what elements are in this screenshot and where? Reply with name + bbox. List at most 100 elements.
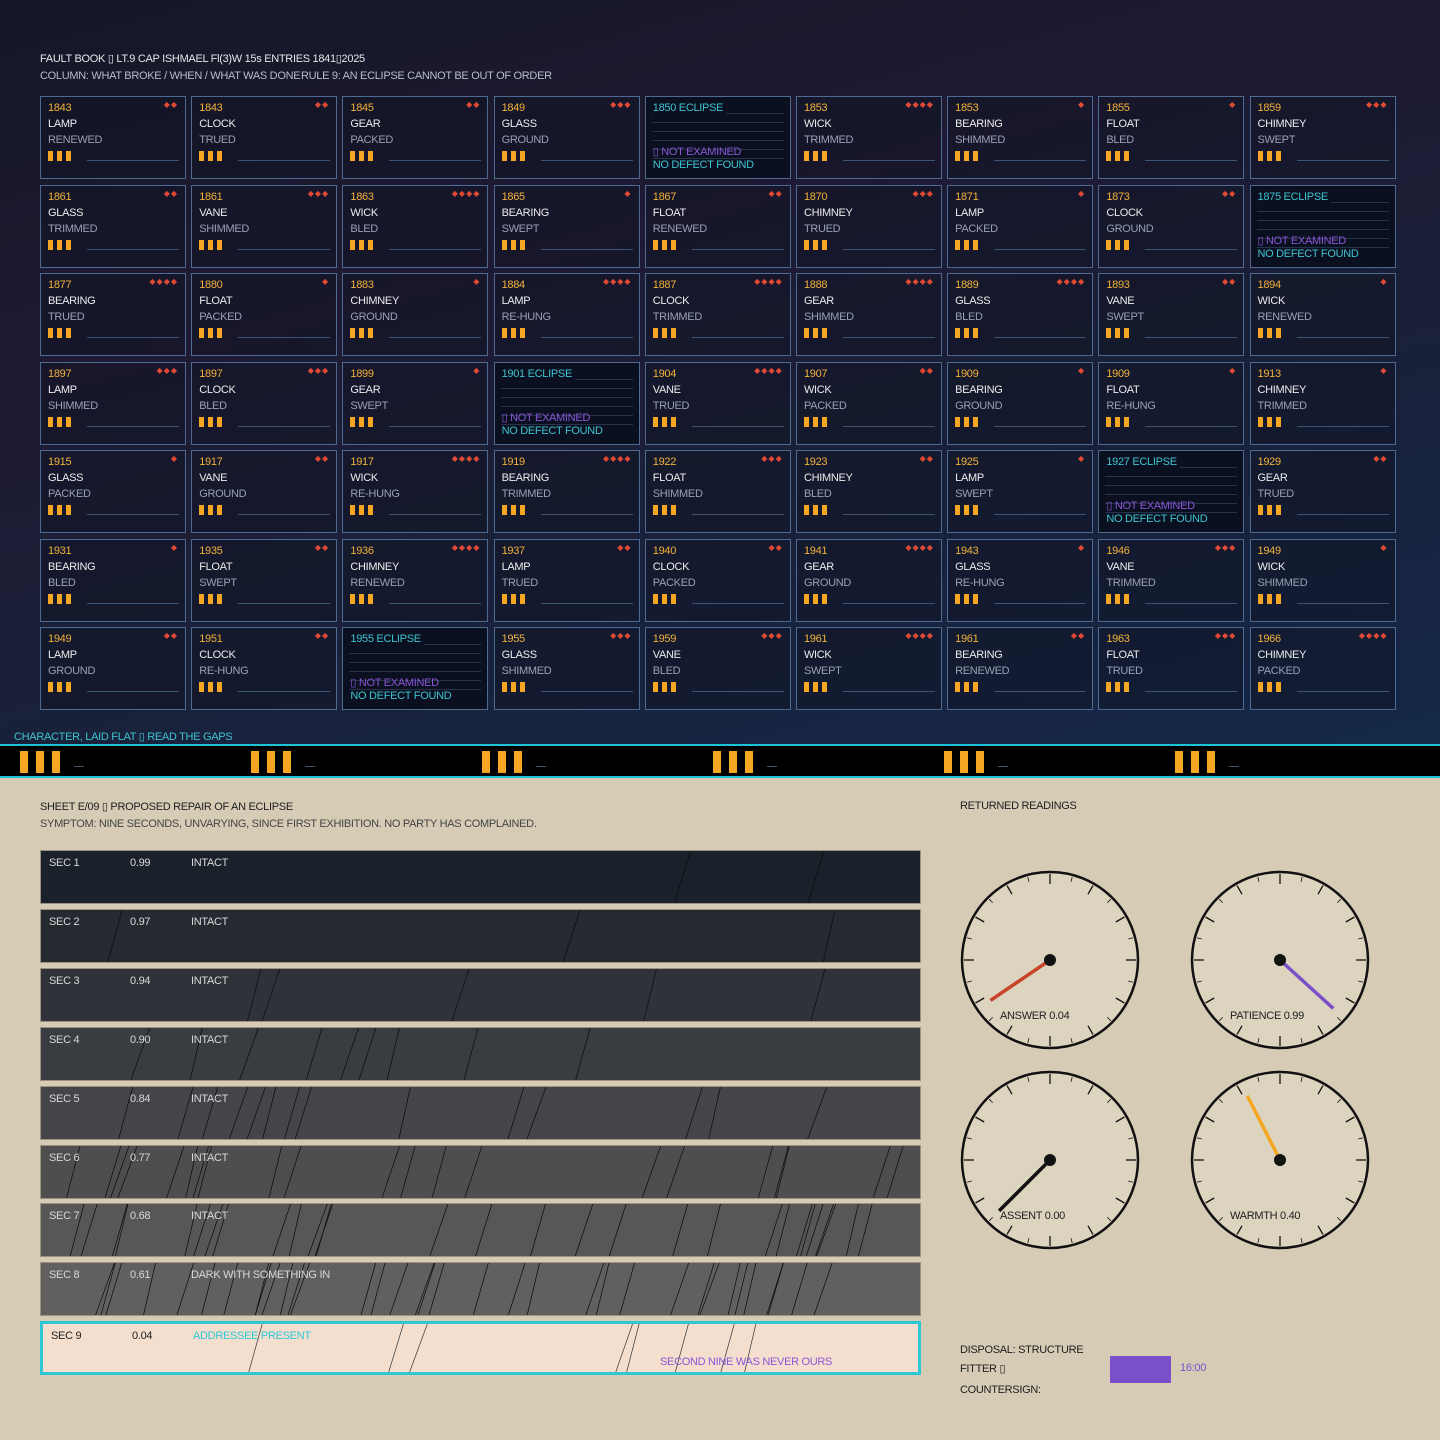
fault-entry-card[interactable]: 1897 ◆◆◆ LAMP SHIMMED [40,361,186,445]
fault-entry-card[interactable]: 1946 ◆◆◆ VANE TRIMMED [1098,538,1245,622]
eclipse-entry-card[interactable]: 1955 ECLIPSE ▯ NOT EXAMINED NO DEFECT FOUN… [342,627,489,710]
fault-entry-card[interactable]: 1843 ◆◆ LAMP RENEWED [40,96,186,179]
fault-entry-card[interactable]: 1915 ◆ GLASS PACKED [40,450,186,533]
flash-bars-icon [350,151,382,161]
fault-entry-card[interactable]: 1931 ◆ BEARING BLED [40,538,186,622]
fault-entry-card[interactable]: 1959 ◆◆◆ VANE BLED [644,627,791,710]
fault-entry-card[interactable]: 1873 ◆◆ CLOCK GROUND [1098,184,1245,268]
fault-entry-card[interactable]: 1884 ◆◆◆◆ LAMP RE-HUNG [493,273,640,356]
section-label: SEC 5 [49,1092,80,1105]
wear-hatching [69,1204,873,1257]
fault-entry-card[interactable]: 1867 ◆◆ FLOAT RENEWED [644,184,791,268]
entry-year: 1853 [803,102,828,114]
fault-entry-card[interactable]: 1929 ◆◆ GEAR TRUED [1249,450,1396,533]
entry-part: CLOCK [1106,206,1143,219]
fault-entry-card[interactable]: 1940 ◆◆ CLOCK PACKED [644,538,791,622]
fault-entry-card[interactable]: 1941 ◆◆◆◆ GEAR GROUND [795,538,942,622]
severity-diamonds-icon: ◆◆ [768,188,783,198]
flash-bars-icon [501,682,534,692]
fault-entry-card[interactable]: 1853 ◆ BEARING SHIMMED [947,96,1094,179]
flash-bar [519,505,525,515]
fault-entry-card[interactable]: 1925 ◆ LAMP SWEPT [947,450,1094,533]
fault-entry-card[interactable]: 1894 ◆ WICK RENEWED [1249,273,1396,356]
entry-action: TRIMMED [652,311,703,323]
hatch-stroke [766,1263,784,1316]
entry-action: BLED [199,399,227,412]
fault-entry-card[interactable]: 1961 ◆◆◆◆ WICK SWEPT [795,627,942,710]
hatch-stroke [886,1145,904,1198]
fault-entry-card[interactable]: 1883 ◆ CHIMNEY GROUND [342,273,489,356]
fault-entry-card[interactable]: 1919 ◆◆◆◆ BEARING TRIMMED [493,450,640,533]
entry-year: 1936 [350,544,374,557]
entry-year: 1873 [1106,190,1130,203]
fault-entry-card[interactable]: 1859 ◆◆◆ CHIMNEY SWEPT [1249,96,1396,179]
eclipse-entry-card[interactable]: 1927 ECLIPSE ▯ NOT EXAMINED NO DEFECT FOUN… [1098,450,1245,533]
fault-entry-card[interactable]: 1936 ◆◆◆◆ CHIMNEY RENEWED [342,538,489,622]
eclipse-entry-card[interactable]: 1901 ECLIPSE ▯ NOT EXAMINED NO DEFECT FOUN… [493,361,640,445]
fault-entry-card[interactable]: 1943 ◆ GLASS RE-HUNG [947,538,1094,622]
fault-entry-card[interactable]: 1893 ◆◆ VANE SWEPT [1098,273,1245,356]
fault-entry-card[interactable]: 1871 ◆ LAMP PACKED [947,184,1094,268]
fault-entry-card[interactable]: 1870 ◆◆◆ CHIMNEY TRUED [795,184,942,268]
fault-entry-card[interactable]: 1861 ◆◆ GLASS TRIMMED [40,184,186,268]
entry-part: GLASS [955,295,991,307]
fault-entry-card[interactable]: 1845 ◆◆ GEAR PACKED [342,96,489,179]
flash-bar [510,239,516,250]
needle-hub [1044,954,1056,966]
fault-entry-card[interactable]: 1949 ◆◆ LAMP GROUND [40,627,186,710]
fault-entry-card[interactable]: 1904 ◆◆◆◆ VANE TRUED [644,361,791,445]
fault-entry-card[interactable]: 1961 ◆◆ BEARING RENEWED [947,627,1094,710]
fault-entry-card[interactable]: 1899 ◆ GEAR SWEPT [342,361,489,445]
entry-part: FLOAT [1106,383,1140,396]
fault-entry-card[interactable]: 1937 ◆◆ LAMP TRUED [493,538,640,622]
flash-bars-icon [501,505,534,515]
flash-bar [821,328,827,338]
hatch-stroke [475,1204,493,1257]
hatch-stroke [246,1086,266,1139]
eclipse-entry-card[interactable]: 1850 ECLIPSE ▯ NOT EXAMINED NO DEFECT FOUN… [644,96,791,179]
flash-bar [1266,151,1272,161]
flash-bar [973,593,979,604]
entry-action: BLED [803,488,832,500]
fault-entry-card[interactable]: 1861 ◆◆◆ VANE SHIMMED [191,184,338,268]
fault-entry-card[interactable]: 1966 ◆◆◆◆ CHIMNEY PACKED [1249,627,1396,710]
fault-entry-card[interactable]: 1913 ◆ CHIMNEY TRIMMED [1249,361,1396,445]
fault-entry-card[interactable]: 1843 ◆◆ CLOCK TRUED [191,96,338,179]
fault-entry-card[interactable]: 1853 ◆◆◆◆ WICK TRIMMED [795,96,942,179]
flash-bar [501,239,507,250]
fault-entry-card[interactable]: 1855 ◆ FLOAT BLED [1098,96,1245,179]
fault-entry-card[interactable]: 1922 ◆◆◆ FLOAT SHIMMED [644,450,791,533]
eclipse-entry-card[interactable]: 1875 ECLIPSE ▯ NOT EXAMINED NO DEFECT FOUN… [1249,184,1396,268]
column-legend: COLUMN: WHAT BROKE / WHEN / WHAT WAS DON… [40,70,301,82]
fault-entry-card[interactable]: 1909 ◆ BEARING GROUND [947,361,1094,445]
fault-entry-card[interactable]: 1880 ◆ FLOAT PACKED [191,273,338,356]
fault-entry-card[interactable]: 1951 ◆◆ CLOCK RE-HUNG [191,627,338,710]
fault-entry-card[interactable]: 1889 ◆◆◆◆ GLASS BLED [947,273,1094,356]
fault-entry-card[interactable]: 1935 ◆◆ FLOAT SWEPT [191,538,338,622]
fault-entry-card[interactable]: 1887 ◆◆◆◆ CLOCK TRIMMED [644,273,791,356]
hatch-stroke [643,968,657,1021]
fault-entry-card[interactable]: 1877 ◆◆◆◆ BEARING TRUED [40,273,186,356]
entry-rule [389,160,482,161]
fault-entry-card[interactable]: 1849 ◆◆◆ GLASS GROUND [493,96,640,179]
fault-entry-card[interactable]: 1888 ◆◆◆◆ GEAR SHIMMED [795,273,942,356]
fault-entry-card[interactable]: 1917 ◆◆◆◆ WICK RE-HUNG [342,450,489,533]
fault-entry-card[interactable]: 1917 ◆◆ VANE GROUND [191,450,338,533]
fault-entry-card[interactable]: 1909 ◆ FLOAT RE-HUNG [1098,361,1245,445]
flash-bars-icon [1257,593,1290,604]
fault-entry-card[interactable]: 1865 ◆ BEARING SWEPT [493,184,640,268]
flash-bar [368,505,374,515]
entry-year: 1897 [48,367,72,380]
fault-entry-card[interactable]: 1907 ◆◆ WICK PACKED [795,361,942,445]
fault-entry-card[interactable]: 1955 ◆◆◆ GLASS SHIMMED [493,627,640,710]
fault-entry-card[interactable]: 1949 ◆ WICK SHIMMED [1249,538,1396,622]
reading-gauge: PATIENCE 0.99 [1190,870,1370,1050]
fault-entry-card[interactable]: 1897 ◆◆◆ CLOCK BLED [191,361,338,445]
entry-year: 1943 [955,544,979,557]
signature-swatch[interactable] [1110,1356,1171,1383]
fault-entry-card[interactable]: 1923 ◆◆ CHIMNEY BLED [795,450,942,533]
fault-entry-card[interactable]: 1963 ◆◆◆ FLOAT TRUED [1098,627,1245,710]
entry-rule [238,691,331,692]
flash-bar [57,416,62,427]
fault-entry-card[interactable]: 1863 ◆◆◆◆ WICK BLED [342,184,489,268]
